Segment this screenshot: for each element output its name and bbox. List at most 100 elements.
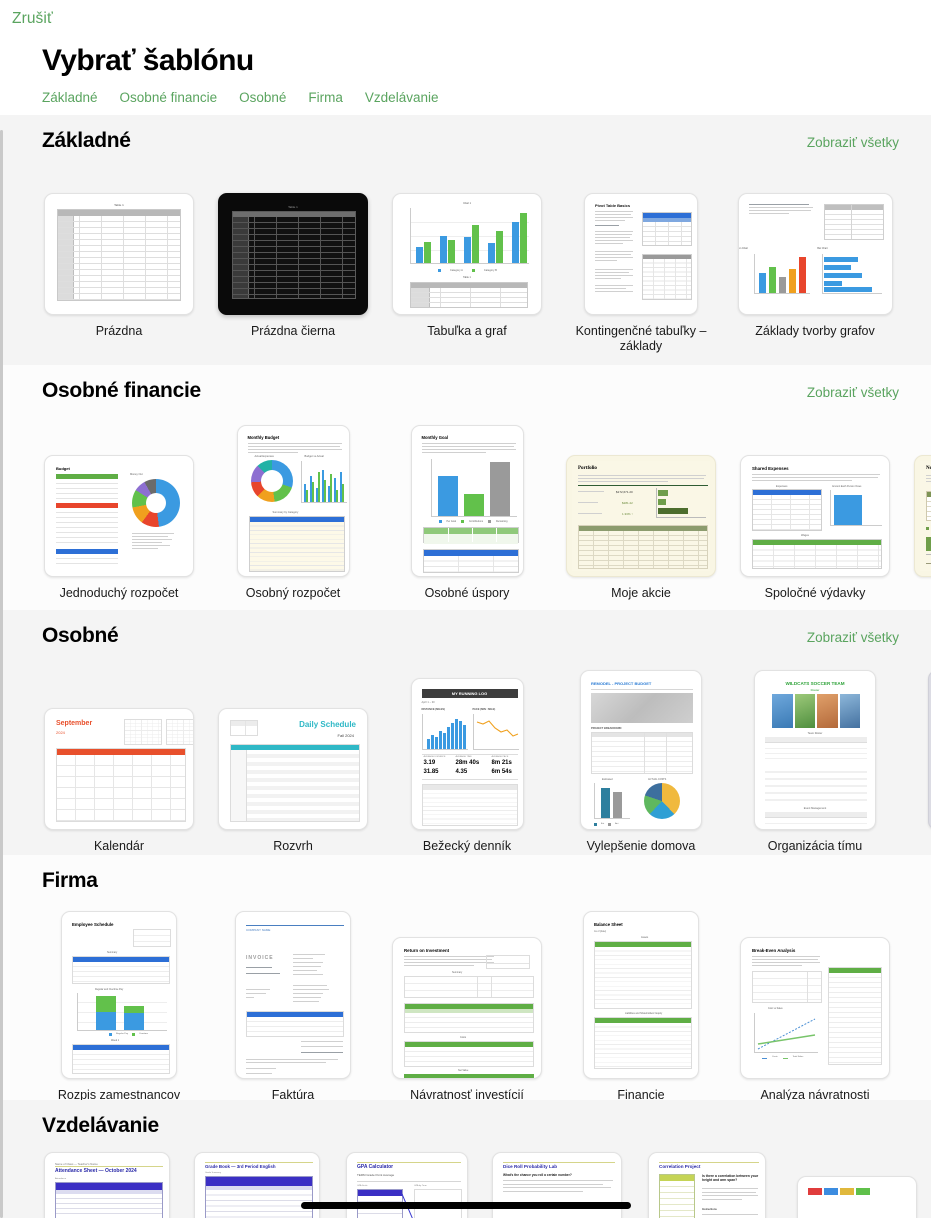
thumb-photo-strip — [772, 694, 860, 728]
template-thumbnail[interactable]: Net Worth Overview Total Assets — [914, 455, 931, 577]
template-caption: Vylepšenie domova — [586, 839, 696, 853]
template-tile-osobne-uspory[interactable]: Monthly Goal Per Goal Contributions Rema… — [380, 425, 554, 601]
mini-stacked-bar — [926, 535, 931, 555]
template-thumbnail[interactable]: September 2024 — [44, 708, 194, 830]
template-row-firma[interactable]: Employee Schedule Summary Regular and Ov… — [0, 893, 931, 1115]
template-tile-jednoduchy-rozpocet[interactable]: Budget Money Out Jednoduchý rozpočet — [32, 455, 206, 601]
template-tile-prazdna-cierna[interactable]: Table 1 Prázdna čierna — [206, 193, 380, 339]
thumb-doc: Grade Book — 3rd Period English Grade Su… — [200, 1158, 314, 1218]
template-tile-bezecky-dennik[interactable]: MY RUNNING LOG April 1 – 30 DISTANCE (MI… — [380, 678, 554, 854]
template-thumbnail[interactable]: Pivot Table Basics — [584, 193, 698, 315]
thumb-title: Budget — [56, 466, 70, 471]
template-thumbnail[interactable]: COMPANY NAME INVOICE — [235, 911, 351, 1079]
tab-vzdelavanie[interactable]: Vzdelávanie — [365, 90, 439, 105]
template-tile-analyza-navratnosti[interactable]: Break-Even Analysis Cost vs Sales Costs … — [728, 937, 902, 1103]
template-tile-zaklady-tvorby-grafov[interactable]: Column Chart Bar Chart — [728, 193, 902, 339]
template-thumbnail[interactable]: Budget Money Out — [44, 455, 194, 577]
thumb-title: Monthly Budget — [247, 435, 280, 440]
thumb-title: Dice Roll Probability Lab — [503, 1164, 558, 1169]
section-header-zakladne: Základné Zobraziť všetky — [0, 115, 931, 153]
template-thumbnail[interactable]: Correlation Project Is there a correlati… — [648, 1152, 766, 1218]
tab-osobne[interactable]: Osobné — [239, 90, 286, 105]
tab-zakladne[interactable]: Základné — [42, 90, 98, 105]
template-tile-partial[interactable] — [902, 163, 931, 322]
template-thumbnail[interactable]: Name of Class — Teacher's Name Attendanc… — [44, 1152, 170, 1218]
template-thumbnail[interactable]: Table 1 — [218, 193, 368, 315]
template-tile-kalendar[interactable]: September 2024 Kalendár — [32, 708, 206, 854]
mini-column-chart — [300, 461, 347, 503]
template-tile-vylepsenie-domova[interactable]: REMODEL - PROJECT BUDGET PROJECT BREAKDO… — [554, 670, 728, 854]
template-thumbnail[interactable]: REMODEL - PROJECT BUDGET PROJECT BREAKDO… — [580, 670, 702, 830]
mini-table — [410, 282, 528, 308]
template-thumbnail[interactable]: Balance Sheet As of [date] Assets Liabil… — [583, 911, 699, 1079]
mini-table — [248, 516, 345, 572]
template-row-osobne[interactable]: September 2024 Kalendár Daily Schedule F… — [0, 648, 931, 866]
section-title: Osobné financie — [42, 379, 201, 402]
template-tile-navratnost-investicii[interactable]: Return on Investment Summary Costs Net V… — [380, 937, 554, 1103]
mini-table — [752, 489, 822, 531]
mini-table — [828, 967, 882, 1065]
template-tile-financie[interactable]: Balance Sheet As of [date] Assets Liabil… — [554, 911, 728, 1103]
mini-bar-chart — [656, 488, 706, 518]
template-tile-osobny-rozpocet[interactable]: Monthly Budget Actual Expenses Budget vs… — [206, 425, 380, 601]
template-tile-moje-akcie[interactable]: Portfolio $172,671.20 $281.22 1.33% ↑ Mo… — [554, 455, 728, 601]
template-caption: Osobný rozpočet — [245, 586, 341, 600]
section-header-osobne-financie: Osobné financie Zobraziť všetky — [0, 365, 931, 403]
template-tile-correlation-project[interactable]: Correlation Project Is there a correlati… — [632, 1152, 782, 1218]
template-thumbnail[interactable] — [797, 1176, 917, 1218]
see-all-osobne[interactable]: Zobraziť všetky — [807, 630, 899, 645]
template-thumbnail[interactable]: Shared Expenses Expenses Amount Each Per… — [740, 455, 890, 577]
template-tile-attendance-sheet[interactable]: Name of Class — Teacher's Name Attendanc… — [32, 1152, 182, 1218]
template-thumbnail[interactable]: Break-Even Analysis Cost vs Sales Costs … — [740, 937, 890, 1079]
see-all-zakladne[interactable]: Zobraziť všetky — [807, 135, 899, 150]
template-tile-tabulka-a-graf[interactable]: Chart 1 Category A Category B Table 1 Ta… — [380, 193, 554, 339]
template-tile-rozvrh[interactable]: Daily Schedule Fall 2024 Rozvrh — [206, 708, 380, 854]
template-thumbnail[interactable]: WILDCATS SOCCER TEAM Roster Team Roster … — [754, 670, 876, 830]
mini-table — [422, 549, 519, 573]
template-tile-organizacia-timu[interactable]: WILDCATS SOCCER TEAM Roster Team Roster … — [728, 670, 902, 854]
template-caption: Rozvrh — [273, 839, 313, 853]
thumb-doc: Portfolio $172,671.20 $281.22 1.33% ↑ — [572, 461, 710, 571]
thumb-doc: Daily Schedule Fall 2024 — [224, 714, 362, 824]
template-thumbnail[interactable]: Portfolio $172,671.20 $281.22 1.33% ↑ — [566, 455, 716, 577]
template-caption: Kalendár — [93, 839, 145, 853]
template-thumbnail[interactable]: MY RUNNING LOG April 1 – 30 DISTANCE (MI… — [410, 678, 524, 830]
template-tile-zaznamy-o-babatku[interactable]: Baby's First Year Záznamy o bábätku — [902, 670, 931, 854]
template-thumbnail[interactable]: Return on Investment Summary Costs Net V… — [392, 937, 542, 1079]
thumb-title: Return on Investment — [404, 948, 450, 953]
thumb-title: Break-Even Analysis — [752, 948, 796, 953]
template-caption: Organizácia tímu — [767, 839, 863, 853]
thumb-doc: REMODEL - PROJECT BUDGET PROJECT BREAKDO… — [586, 676, 696, 826]
template-tile-faktura[interactable]: COMPANY NAME INVOICE Faktúra — [206, 911, 380, 1103]
template-thumbnail[interactable]: Column Chart Bar Chart — [737, 193, 893, 315]
template-thumbnail[interactable]: Monthly Budget Actual Expenses Budget vs… — [236, 425, 350, 577]
tab-osobne-financie[interactable]: Osobné financie — [120, 90, 218, 105]
template-tile-prazdna[interactable]: Table 1 Prázdna — [32, 193, 206, 339]
template-row-zakladne[interactable]: Table 1 Prázdna Table 1 Prázdna čierna C… — [0, 153, 931, 366]
template-tile-kontingencne-tabulky[interactable]: Pivot Table Basics Kontingenčné tabuľky … — [554, 193, 728, 354]
thumb-doc: Break-Even Analysis Cost vs Sales Costs … — [746, 943, 884, 1073]
template-thumbnail[interactable]: Chart 1 Category A Category B Table 1 — [392, 193, 542, 315]
template-tile-spolocne-vydavky[interactable]: Shared Expenses Expenses Amount Each Per… — [728, 455, 902, 601]
see-all-osobne-financie[interactable]: Zobraziť všetky — [807, 385, 899, 400]
top-bar: Zrušiť — [0, 0, 931, 40]
template-tile-vlastny-kapital[interactable]: Net Worth Overview Total Assets — [902, 455, 931, 601]
template-thumbnail[interactable]: Employee Schedule Summary Regular and Ov… — [61, 911, 177, 1079]
thumb-title: WILDCATS SOCCER TEAM — [785, 681, 845, 686]
mini-table — [752, 539, 882, 569]
vertical-scrollbar[interactable] — [0, 130, 3, 1218]
mini-table — [55, 1182, 163, 1218]
template-tile-rozpis-zamestnancov[interactable]: Employee Schedule Summary Regular and Ov… — [32, 911, 206, 1103]
thumb-doc: Column Chart Bar Chart — [739, 199, 887, 309]
thumb-doc: Name of Class — Teacher's Name Attendanc… — [50, 1158, 164, 1218]
template-thumbnail[interactable]: Table 1 — [44, 193, 194, 315]
template-tile-partial-edu[interactable] — [782, 1176, 931, 1218]
tab-firma[interactable]: Firma — [308, 90, 343, 105]
template-caption: Moje akcie — [611, 586, 671, 600]
cancel-button[interactable]: Zrušiť — [12, 10, 53, 27]
mini-column-chart — [430, 459, 517, 517]
template-row-osobne-financie[interactable]: Budget Money Out Jednoduchý rozpočet Mon… — [0, 403, 931, 613]
template-thumbnail[interactable]: Monthly Goal Per Goal Contributions Rema… — [410, 425, 524, 577]
home-indicator[interactable] — [300, 1202, 631, 1209]
template-thumbnail[interactable]: Daily Schedule Fall 2024 — [218, 708, 368, 830]
